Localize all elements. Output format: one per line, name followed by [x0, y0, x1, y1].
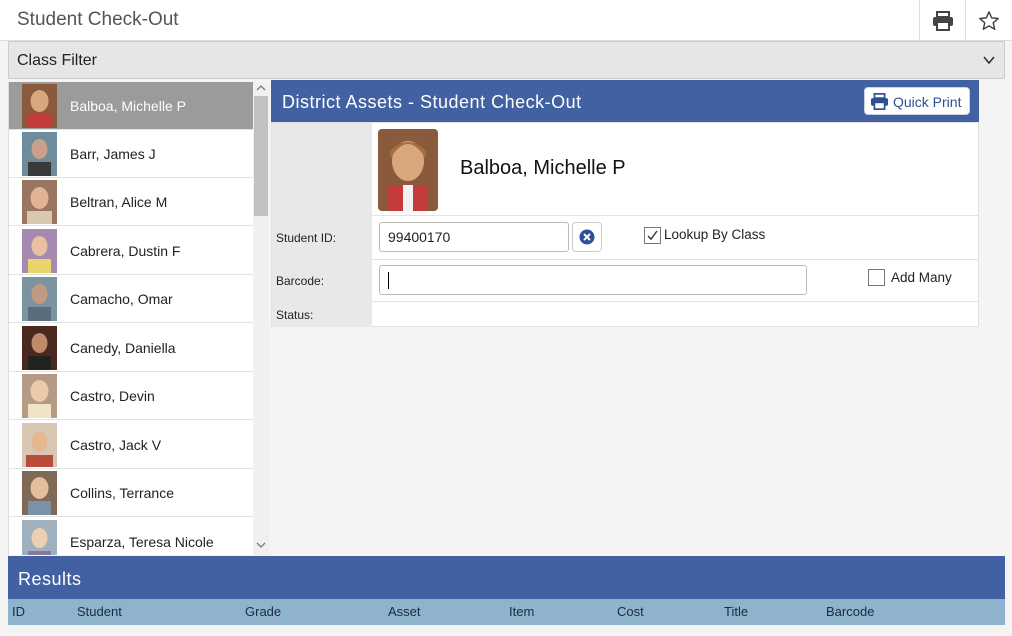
student-name: Cabrera, Dustin F [70, 243, 181, 259]
student-list-item[interactable]: Collins, Terrance [9, 469, 253, 517]
student-list-item[interactable]: Castro, Devin [9, 372, 253, 420]
print-icon [871, 93, 888, 110]
student-list-item[interactable]: Barr, James J [9, 130, 253, 178]
student-id-label: Student ID: [276, 231, 337, 245]
results-column-headers: ID Student Grade Asset Item Cost Title B… [8, 599, 1005, 625]
checkout-panel-header: District Assets - Student Check-Out Quic… [271, 80, 979, 122]
divider [372, 301, 979, 302]
column-header-student[interactable]: Student [77, 604, 122, 619]
column-header-item[interactable]: Item [509, 604, 534, 619]
column-header-cost[interactable]: Cost [617, 604, 644, 619]
clear-circle-icon [579, 229, 595, 245]
student-name: Beltran, Alice M [70, 194, 168, 210]
student-name: Balboa, Michelle P [70, 98, 186, 114]
student-list-item[interactable]: Cabrera, Dustin F [9, 227, 253, 275]
student-list-item[interactable]: Camacho, Omar [9, 275, 253, 323]
student-photo [22, 471, 57, 515]
student-id-input[interactable] [379, 222, 569, 252]
student-name: Collins, Terrance [70, 485, 175, 501]
add-many-label: Add Many [891, 270, 952, 285]
student-photo [22, 84, 57, 128]
scroll-down-icon[interactable] [256, 541, 266, 549]
student-name: Canedy, Daniella [70, 340, 176, 356]
lookup-by-class-label: Lookup By Class [664, 227, 766, 242]
checkout-form: Balboa, Michelle P Student ID: Lookup By… [271, 122, 979, 327]
student-photo [22, 132, 57, 176]
column-header-grade[interactable]: Grade [245, 604, 281, 619]
print-icon [932, 10, 953, 31]
scroll-up-icon[interactable] [256, 84, 266, 92]
barcode-input[interactable] [379, 265, 807, 295]
student-photo [22, 229, 57, 273]
student-photo [22, 326, 57, 370]
chevron-down-icon [983, 56, 995, 65]
clear-student-id-button[interactable] [572, 222, 602, 252]
top-bar: Student Check-Out [0, 0, 1012, 41]
results-header: Results [8, 556, 1005, 599]
add-many-checkbox[interactable] [868, 269, 885, 286]
results-title: Results [18, 569, 82, 589]
checkout-panel-title: District Assets - Student Check-Out [282, 92, 582, 112]
form-label-column [272, 123, 372, 327]
student-name: Castro, Devin [70, 388, 155, 404]
star-icon [978, 10, 999, 30]
student-name: Esparza, Teresa Nicole [70, 534, 214, 550]
student-photo [22, 520, 57, 555]
student-list-item[interactable]: Beltran, Alice M [9, 178, 253, 226]
student-photo [22, 277, 57, 321]
status-label: Status: [276, 308, 314, 322]
class-filter-label: Class Filter [17, 52, 98, 69]
column-header-barcode[interactable]: Barcode [826, 604, 874, 619]
lookup-by-class-checkbox[interactable] [644, 227, 661, 244]
column-header-asset[interactable]: Asset [388, 604, 421, 619]
quick-print-button[interactable]: Quick Print [864, 87, 970, 115]
student-list-scrollbar[interactable] [253, 82, 269, 555]
student-list-item[interactable]: Esparza, Teresa Nicole [9, 518, 253, 555]
student-name: Barr, James J [70, 146, 156, 162]
checkmark-icon [647, 230, 658, 241]
student-photo [22, 423, 57, 467]
scrollbar-thumb[interactable] [254, 96, 268, 216]
print-button[interactable] [919, 0, 965, 41]
class-filter-dropdown[interactable]: Class Filter [8, 41, 1005, 79]
page-title: Student Check-Out [17, 9, 179, 30]
text-cursor [388, 272, 389, 289]
column-header-id[interactable]: ID [12, 604, 25, 619]
student-list: Balboa, Michelle P Barr, James J Beltran… [8, 82, 253, 555]
student-name: Castro, Jack V [70, 437, 162, 453]
student-list-item[interactable]: Canedy, Daniella [9, 324, 253, 372]
student-photo [22, 180, 57, 224]
selected-student-name: Balboa, Michelle P [460, 157, 626, 179]
column-header-title[interactable]: Title [724, 604, 748, 619]
selected-student-photo [378, 129, 438, 211]
barcode-label: Barcode: [276, 274, 325, 288]
student-list-item[interactable]: Castro, Jack V [9, 421, 253, 469]
student-name: Camacho, Omar [70, 291, 173, 307]
favorite-button[interactable] [965, 0, 1011, 41]
student-list-item[interactable]: Balboa, Michelle P [9, 82, 253, 130]
student-photo [22, 374, 57, 418]
quick-print-label: Quick Print [893, 94, 962, 110]
divider [372, 215, 979, 216]
divider [372, 259, 979, 260]
